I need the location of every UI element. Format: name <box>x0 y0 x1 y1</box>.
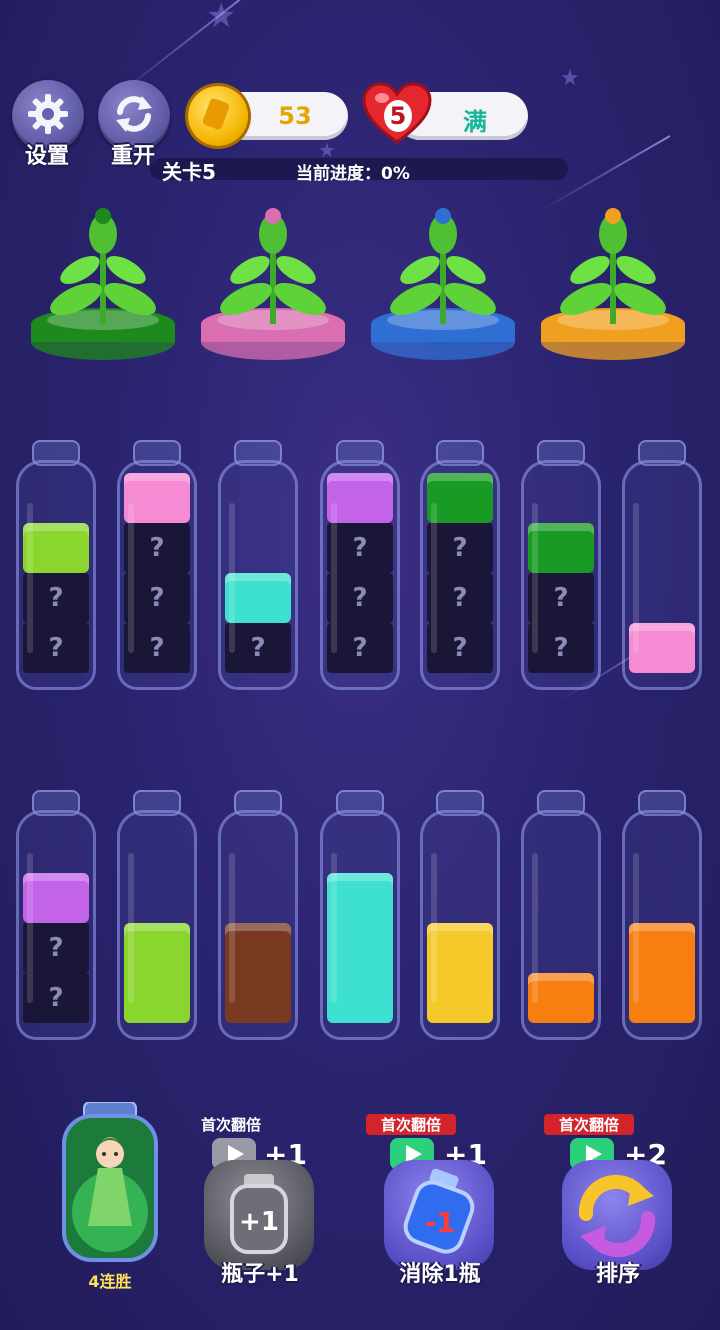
restart-icon <box>116 96 152 132</box>
bottle-plus-icon-text: +1 <box>239 1207 279 1237</box>
remove-bottle-button[interactable]: -1 <box>384 1160 494 1270</box>
bottle-body: ??? <box>117 460 197 690</box>
add-bottle-button[interactable]: +1 <box>204 1160 314 1270</box>
bottle-shine <box>27 853 33 1003</box>
settings-label: 设置 <box>24 144 69 169</box>
liquid-bottle[interactable]: ??? <box>117 440 197 690</box>
flower-pedestal <box>538 204 688 364</box>
progress-text: 当前进度：0% <box>296 164 410 184</box>
sort-button[interactable] <box>562 1160 672 1270</box>
bottle-minus-icon-text: -1 <box>424 1206 455 1239</box>
bottle-shine <box>532 853 538 1003</box>
bottle-shine <box>431 853 437 1003</box>
plant-icon <box>371 208 515 360</box>
double-first-tag: 首次翻倍 <box>200 1116 261 1134</box>
liquid-bottle[interactable] <box>521 790 601 1040</box>
lives-count-badge: 5 <box>384 100 412 132</box>
bottle-body: ?? <box>16 810 96 1040</box>
bottle-body <box>622 810 702 1040</box>
win-streak-label: 4连胜 <box>88 1272 132 1291</box>
bottle-body: ? <box>218 460 298 690</box>
liquid-bottle[interactable] <box>420 790 500 1040</box>
bottle-body: ??? <box>320 460 400 690</box>
double-first-tag: 首次翻倍 <box>544 1114 634 1135</box>
sort-label: 排序 <box>595 1262 640 1287</box>
lives-status: 满 <box>463 108 487 136</box>
double-first-tag: 首次翻倍 <box>366 1114 456 1135</box>
plant-icon <box>201 208 345 360</box>
bottle-body: ?? <box>16 460 96 690</box>
coin-count: 53 <box>278 102 312 130</box>
level-label: 关卡5 <box>162 160 216 184</box>
add-bottle-label: 瓶子+1 <box>221 1262 299 1287</box>
shuffle-icon <box>578 1174 656 1258</box>
bottle-shine <box>229 853 235 1003</box>
flower-pedestal <box>28 204 178 364</box>
liquid-bottle[interactable] <box>117 790 197 1040</box>
bottle-body <box>521 810 601 1040</box>
liquid-bottle[interactable] <box>622 440 702 690</box>
bottle-shine <box>532 503 538 653</box>
bottle-shine <box>633 503 639 653</box>
liquid-bottle[interactable]: ?? <box>521 440 601 690</box>
remove-bottle-label: 消除1瓶 <box>399 1262 481 1287</box>
flower-pedestal <box>368 204 518 364</box>
bottle-body <box>320 810 400 1040</box>
bottle-body <box>420 810 500 1040</box>
bottle-minus-icon: -1 <box>403 1168 475 1254</box>
bottle-plus-icon: +1 <box>230 1174 288 1254</box>
liquid-bottle[interactable]: ? <box>218 440 298 690</box>
coin-icon <box>188 86 248 146</box>
liquid-bottle[interactable] <box>622 790 702 1040</box>
bottle-shine <box>128 853 134 1003</box>
liquid-bottle[interactable]: ??? <box>420 440 500 690</box>
bottle-shine <box>27 503 33 653</box>
bottle-body <box>218 810 298 1040</box>
liquid-bottle[interactable]: ?? <box>16 790 96 1040</box>
bottle-shine <box>128 503 134 653</box>
bottle-shine <box>331 853 337 1003</box>
bottle-body <box>622 460 702 690</box>
liquid-bottle[interactable]: ??? <box>320 440 400 690</box>
bottle-shine <box>431 503 437 653</box>
plant-icon <box>31 208 175 360</box>
flower-pedestal <box>198 204 348 364</box>
bottle-body <box>117 810 197 1040</box>
liquid-bottle[interactable]: ?? <box>16 440 96 690</box>
gear-icon <box>28 94 68 134</box>
bottle-body: ??? <box>420 460 500 690</box>
plant-icon <box>541 208 685 360</box>
bottle-shine <box>229 503 235 653</box>
background-star: ★ <box>560 66 580 91</box>
liquid-bottle[interactable] <box>320 790 400 1040</box>
bottle-body: ?? <box>521 460 601 690</box>
liquid-bottle[interactable] <box>218 790 298 1040</box>
bottle-shine <box>331 503 337 653</box>
bottle-shine <box>633 853 639 1003</box>
fairy-icon <box>62 1101 158 1262</box>
win-streak-jar[interactable] <box>60 1101 160 1262</box>
